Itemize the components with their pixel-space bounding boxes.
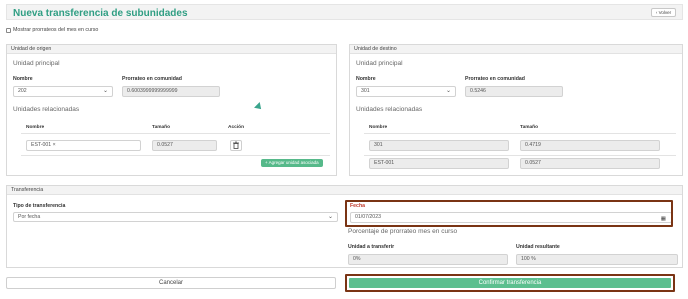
destino-table-divider — [364, 133, 676, 134]
destino-prorrateo-field: 0.5246 — [465, 86, 563, 97]
destino-nombre-select[interactable]: 301 ⌄ — [356, 86, 456, 97]
porcentaje-label: Porcentaje de prorrateo mes en curso — [348, 228, 458, 235]
origen-col-accion: Acción — [228, 125, 244, 130]
unidad-transferir-field: 0% — [348, 254, 508, 265]
origen-subtitle: Unidad principal — [13, 60, 60, 67]
destino-panel-title: Unidad de destino — [350, 45, 682, 54]
destino-row-divider — [364, 155, 676, 156]
chevron-down-icon: ⌄ — [445, 88, 451, 94]
confirm-transfer-button[interactable]: Confirmar transferencia — [349, 278, 671, 288]
origen-row-nombre-select[interactable]: EST-001 × — [26, 140, 141, 151]
origen-row-divider — [21, 155, 330, 156]
delete-row-button[interactable] — [230, 140, 242, 151]
tipo-transferencia-label: Tipo de transferencia — [13, 203, 66, 209]
destino-row-tamano-field: 0.0527 — [520, 158, 660, 169]
back-button[interactable]: ‹ Volver — [651, 8, 676, 17]
origen-prorrateo-label: Prorrateo en comunidad — [122, 76, 182, 82]
tipo-transferencia-value: Por fecha — [18, 214, 41, 220]
destino-panel: Unidad de destino Unidad principal Nombr… — [349, 44, 683, 176]
cancel-button[interactable]: Cancelar — [6, 277, 336, 289]
origen-table-divider — [21, 133, 330, 134]
destino-col-nombre: Nombre — [369, 125, 388, 130]
destino-prorrateo-label: Prorrateo en comunidad — [465, 76, 525, 82]
chevron-down-icon: ⌄ — [102, 88, 108, 94]
destino-nombre-label: Nombre — [356, 76, 376, 82]
add-associated-unit-button[interactable]: + Agregar unidad asociada — [261, 159, 323, 167]
origen-panel-title: Unidad de origen — [7, 45, 336, 54]
origen-prorrateo-field: 0.6003999999999999 — [122, 86, 220, 97]
trash-icon — [233, 141, 239, 149]
destino-row-nombre-field: EST-001 — [369, 158, 509, 169]
origen-relacionadas-label: Unidades relacionadas — [13, 106, 80, 113]
origen-col-tamano: Tamaño — [152, 125, 171, 130]
origen-nombre-value: 202 — [18, 88, 27, 94]
show-prorrateos-label: Mostrar prorrateos del mes en curso — [13, 27, 99, 33]
show-prorrateos-row[interactable]: Mostrar prorrateos del mes en curso — [6, 26, 98, 34]
origen-nombre-label: Nombre — [13, 76, 33, 82]
origen-col-nombre: Nombre — [26, 125, 45, 130]
origen-nombre-select[interactable]: 202 ⌄ — [13, 86, 113, 97]
unidad-transferir-label: Unidad a transferir — [348, 244, 395, 250]
back-button-label: Volver — [658, 10, 672, 15]
destino-relacionadas-label: Unidades relacionadas — [356, 106, 423, 113]
tipo-transferencia-select[interactable]: Por fecha ⌄ — [13, 212, 338, 222]
transferencia-panel-title: Transferencia — [7, 186, 682, 195]
show-prorrateos-checkbox[interactable] — [6, 27, 11, 33]
origen-panel: Unidad de origen Unidad principal Nombre… — [6, 44, 337, 176]
destino-subtitle: Unidad principal — [356, 60, 403, 67]
fecha-highlight — [345, 200, 673, 227]
destino-nombre-value: 301 — [361, 88, 370, 94]
origen-row-tamano-field: 0.0527 — [152, 140, 217, 151]
page-header: Nueva transferencia de subunidades ‹ Vol… — [6, 4, 683, 20]
page-title: Nueva transferencia de subunidades — [13, 8, 188, 19]
unidad-resultante-field: 100 % — [516, 254, 678, 265]
chevron-left-icon: ‹ — [655, 10, 658, 15]
unidad-resultante-label: Unidad resultante — [516, 244, 560, 250]
destino-row-tamano-field: 0.4719 — [520, 140, 660, 151]
chevron-down-icon: ⌄ — [327, 214, 333, 220]
destino-col-tamano: Tamaño — [520, 125, 539, 130]
destino-row-nombre-field: 301 — [369, 140, 509, 151]
